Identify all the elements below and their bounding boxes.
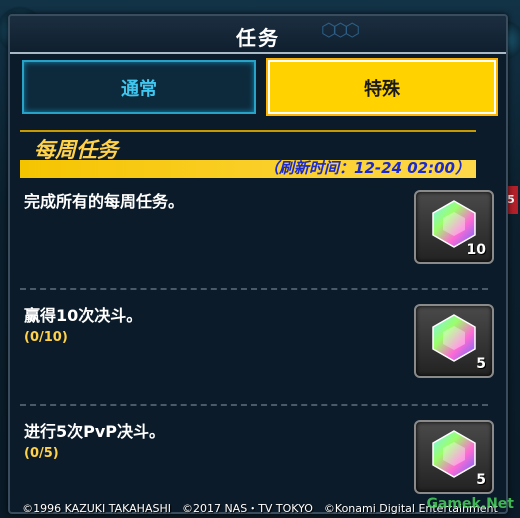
reward-count: 5 [476,356,486,372]
tab-special-label: 特殊 [364,79,400,100]
reward-box[interactable]: 5 [414,420,494,494]
quest-text: 完成所有的每周任务。 [24,192,185,211]
tab-normal-label: 通常 [121,79,157,100]
quest-separator [20,404,488,406]
mission-panel: 任务 ⬡⬡⬡ 通常 特殊 每周任务 （刷新时间：12-24 02:00） 完成所… [8,14,508,514]
section-divider [20,130,476,132]
reward-box[interactable]: 5 [414,304,494,378]
reward-count: 5 [476,472,486,488]
rainbow-gem-icon [432,314,476,362]
quest-text: 进行5次PvP决斗。 [24,422,166,441]
tab-normal[interactable]: 通常 [22,60,256,114]
tab-special[interactable]: 特殊 [268,60,496,114]
quest-progress: (0/5) [24,446,59,461]
panel-title: 任务 [236,26,280,50]
watermark: Gamek.Net [426,496,514,512]
reward-count: 10 [466,242,486,258]
refresh-time: （刷新时间：12-24 02:00） [264,159,470,177]
reward-box[interactable]: 10 [414,190,494,264]
quest-progress: (0/10) [24,330,68,345]
hexagon-decoration-icon: ⬡⬡⬡ [320,20,360,41]
rainbow-gem-icon [432,430,476,478]
panel-titlebar: 任务 ⬡⬡⬡ [10,16,506,54]
quest-separator [20,288,488,290]
quest-text: 赢得10次决斗。 [24,306,143,325]
